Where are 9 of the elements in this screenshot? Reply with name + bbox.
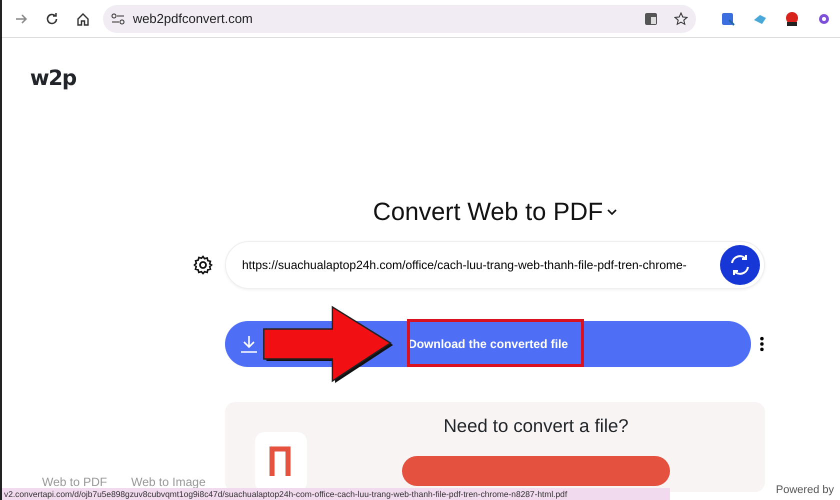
address-text: web2pdfconvert.com (132, 10, 253, 28)
page-title: Convert Web to PDF (372, 197, 604, 227)
address-bar[interactable]: web2pdfconvert.com (102, 4, 696, 32)
powered-by-text: Powered by (776, 482, 834, 498)
promo-heading: Need to convert a file? (443, 414, 629, 438)
logo[interactable]: w2p (30, 68, 76, 89)
status-bar: v2.convertapi.com/d/ojb7u5e898gzuv8cubvqmt1og9i8c47d/suachualaptop24h-com-office-cach-luu-trang-web-thanh-file-pdf-tren-chrome-n8287-html.pdf (2, 488, 670, 500)
url-field[interactable]: https://suachualaptop24h.com/office/cach-luu-trang-web-thanh-file-pdf-tren-chrome- (225, 241, 765, 289)
url-input[interactable]: https://suachualaptop24h.com/office/cach-luu-trang-web-thanh-file-pdf-tren-chrome- (242, 256, 720, 274)
